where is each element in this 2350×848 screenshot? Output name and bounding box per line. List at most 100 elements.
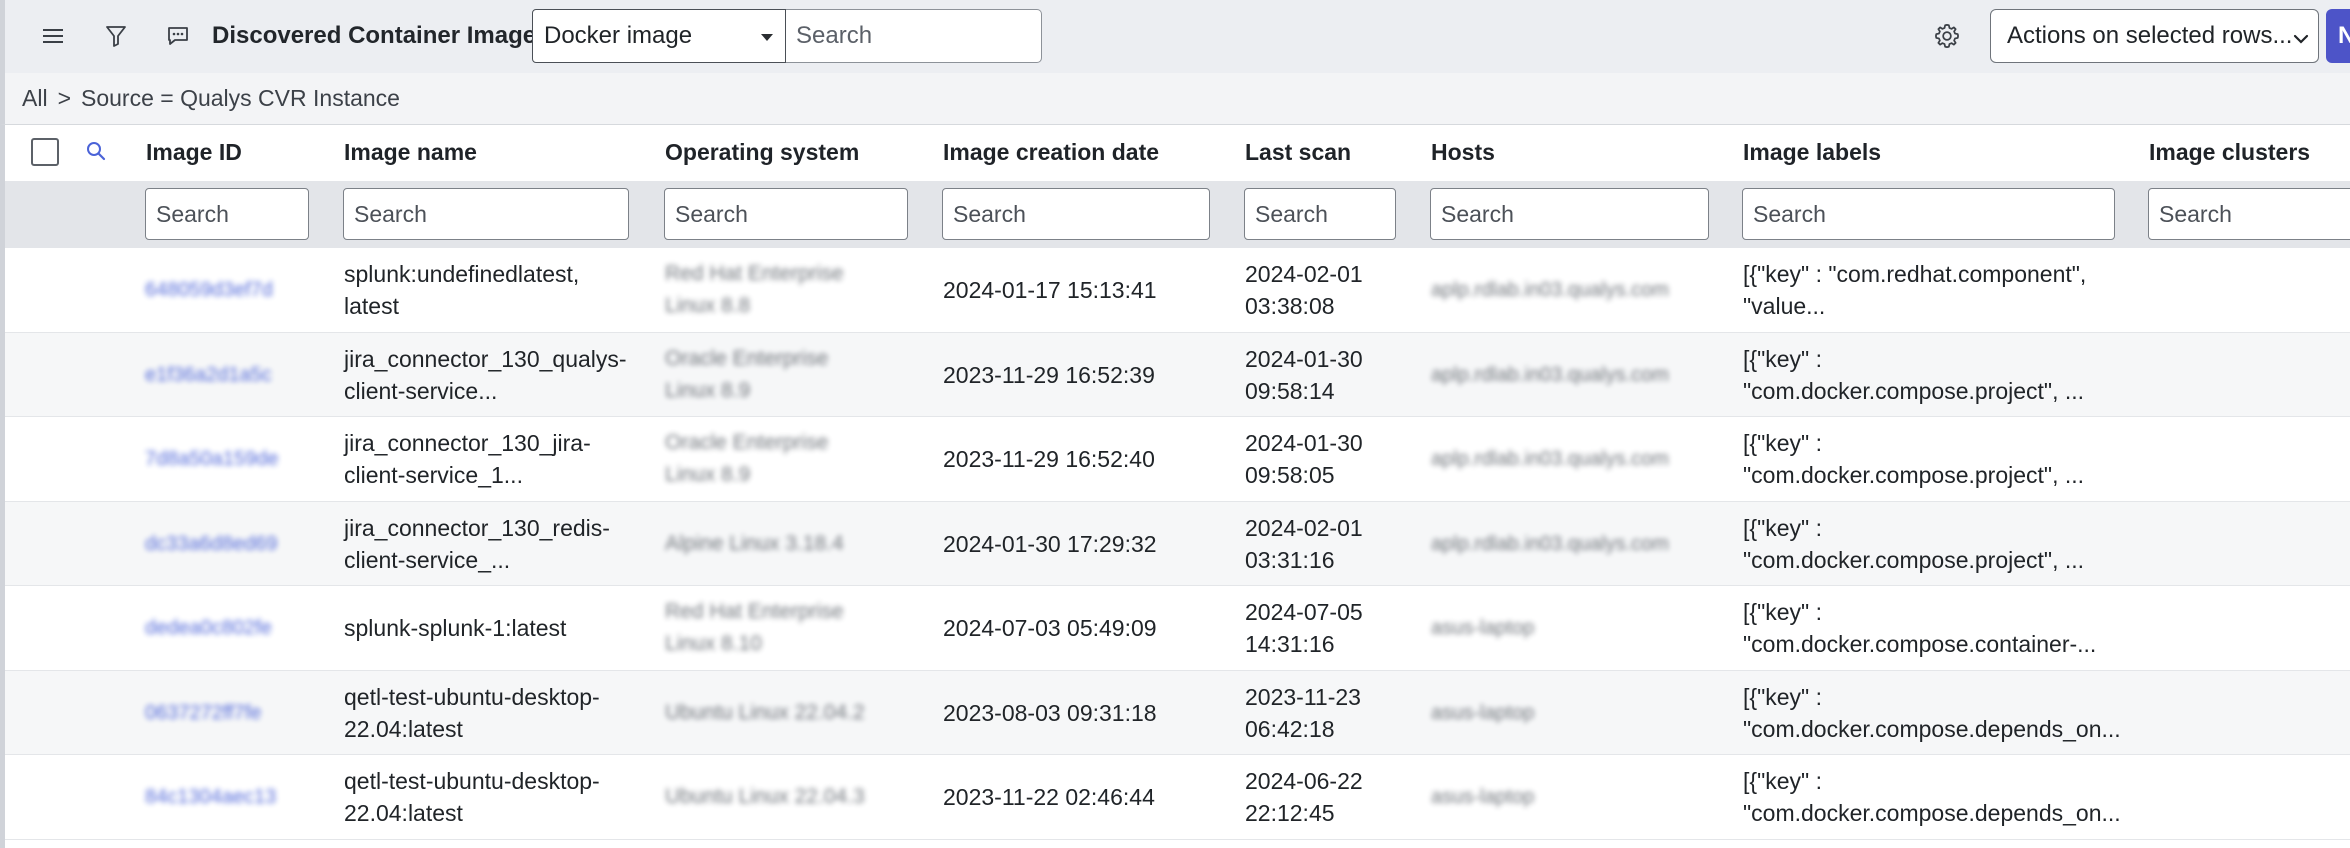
- caret-down-icon: [761, 34, 773, 41]
- last-scan-date: 2024-01-30: [1245, 345, 1363, 372]
- table-row[interactable]: dedea0c802fe splunk-splunk-1:latest Red …: [5, 586, 2350, 671]
- breadcrumb: All > Source = Qualys CVR Instance: [0, 73, 2350, 125]
- breadcrumb-filter[interactable]: Source = Qualys CVR Instance: [81, 85, 400, 112]
- image-name-line: 22.04:latest: [344, 715, 463, 742]
- image-id-link[interactable]: 648059d3ef7d: [145, 274, 273, 306]
- os-line: Red Hat Enterprise: [665, 262, 844, 285]
- select-all-checkbox[interactable]: [31, 138, 59, 166]
- image-name-cell: splunk-splunk-1:latest: [344, 615, 567, 641]
- image-name-cell: splunk:undefinedlatest, latest: [344, 258, 579, 322]
- table-row[interactable]: 7d8a50a159de jira_connector_130_jira-cli…: [5, 417, 2350, 502]
- operating-system-cell: Oracle Enterprise Linux 8.9: [665, 343, 828, 407]
- image-labels-cell: [{"key" : "com.docker.compose.depends_on.…: [1743, 681, 2121, 745]
- image-name-line: jira_connector_130_jira-: [344, 430, 591, 456]
- image-labels-line: "com.docker.compose.project", ...: [1743, 377, 2085, 404]
- column-header-last-scan[interactable]: Last scan: [1245, 139, 1351, 166]
- column-header-row: Image ID Image name Operating system Ima…: [0, 125, 2350, 181]
- hamburger-menu-icon[interactable]: [35, 18, 71, 54]
- column-header-image-id[interactable]: Image ID: [146, 139, 242, 166]
- last-scan-cell: 2024-07-05 14:31:16: [1245, 596, 1363, 660]
- image-creation-date-cell: 2024-01-30 17:29:32: [943, 530, 1157, 557]
- table-row[interactable]: 0637272ff7fe qetl-test-ubuntu-desktop- 22…: [5, 670, 2350, 755]
- last-scan-cell: 2024-01-30 09:58:14: [1245, 343, 1363, 407]
- image-id-link[interactable]: e1f36a2d1a5c: [145, 359, 272, 391]
- list-search-input[interactable]: [786, 9, 1042, 63]
- image-id-link[interactable]: 84c1304aec13: [145, 781, 276, 813]
- image-labels-line: [{"key" :: [1743, 768, 1822, 794]
- last-scan-cell: 2024-02-01 03:31:16: [1245, 512, 1363, 576]
- image-labels-line: "com.docker.compose.depends_on...: [1743, 715, 2121, 742]
- table-row[interactable]: dc33a6d8ed69 jira_connector_130_redis-cl…: [5, 501, 2350, 586]
- operating-system-cell: Red Hat Enterprise Linux 8.10: [665, 596, 844, 660]
- column-header-operating-system[interactable]: Operating system: [665, 139, 859, 166]
- hosts-cell: aplp.rdlab.in03.qualys.com: [1431, 532, 1669, 555]
- operating-system-cell: Alpine Linux 3.18.4: [665, 531, 844, 555]
- column-header-image-labels[interactable]: Image labels: [1743, 139, 1881, 166]
- search-input-image-labels[interactable]: [1742, 188, 2115, 240]
- search-input-image-clusters[interactable]: [2148, 188, 2350, 240]
- os-line: Oracle Enterprise: [665, 431, 829, 454]
- last-scan-date: 2024-07-05: [1245, 599, 1363, 625]
- column-header-image-name[interactable]: Image name: [344, 139, 477, 166]
- image-id-link[interactable]: 7d8a50a159de: [145, 443, 278, 475]
- image-name-cell: qetl-test-ubuntu-desktop- 22.04:latest: [344, 681, 600, 745]
- last-scan-cell: 2024-02-01 03:38:08: [1245, 258, 1363, 322]
- image-labels-cell: [{"key" : "com.docker.compose.project", .…: [1743, 343, 2084, 407]
- search-input-image-id[interactable]: [145, 188, 309, 240]
- image-name-line: client-service_1...: [344, 462, 523, 488]
- list-header-bar: Discovered Container Images Docker image…: [0, 0, 2350, 73]
- magnifier-search-icon[interactable]: [84, 139, 108, 168]
- image-labels-cell: [{"key" : "com.redhat.component", "value.…: [1743, 258, 2086, 322]
- operating-system-cell: Ubuntu Linux 22.04.3: [665, 785, 865, 808]
- search-input-last-scan[interactable]: [1244, 188, 1396, 240]
- last-scan-time: 09:58:05: [1245, 462, 1335, 488]
- hosts-cell: aplp.rdlab.in03.qualys.com: [1431, 279, 1669, 301]
- last-scan-date: 2024-01-30: [1245, 430, 1363, 456]
- gear-icon[interactable]: [1929, 18, 1965, 54]
- last-scan-date: 2024-02-01: [1245, 261, 1363, 287]
- image-name-line: client-service_...: [344, 546, 511, 573]
- search-field-select[interactable]: Docker image: [532, 9, 786, 63]
- search-field-selected-value: Docker image: [544, 22, 693, 49]
- operating-system-cell: Oracle Enterprise Linux 8.9: [665, 427, 828, 491]
- image-labels-cell: [{"key" : "com.docker.compose.container-.…: [1743, 596, 2096, 660]
- chat-bubble-icon[interactable]: [160, 18, 196, 54]
- table-row[interactable]: 84c1304aec13 qetl-test-ubuntu-desktop- 22…: [5, 755, 2350, 840]
- hosts-cell: asus-laptop: [1431, 701, 1535, 724]
- last-scan-time: 22:12:45: [1245, 800, 1335, 826]
- table-row[interactable]: 648059d3ef7d splunk:undefinedlatest, late…: [5, 248, 2350, 333]
- image-id-link[interactable]: dc33a6d8ed69: [145, 528, 277, 560]
- hosts-cell: aplp.rdlab.in03.qualys.com: [1431, 448, 1669, 470]
- search-input-image-name[interactable]: [343, 188, 629, 240]
- actions-on-selected-rows-select[interactable]: Actions on selected rows...: [1990, 9, 2319, 63]
- os-line: Linux 8.9: [665, 463, 751, 486]
- hosts-cell: asus-laptop: [1431, 786, 1535, 808]
- column-header-hosts[interactable]: Hosts: [1431, 139, 1495, 166]
- image-creation-date-cell: 2023-11-22 02:46:44: [943, 784, 1155, 810]
- image-creation-date-cell: 2024-01-17 15:13:41: [943, 277, 1157, 303]
- search-input-operating-system[interactable]: [664, 188, 908, 240]
- table-row[interactable]: e1f36a2d1a5c jira_connector_130_qualys-c…: [5, 332, 2350, 417]
- image-labels-line: [{"key" :: [1743, 514, 1822, 541]
- image-creation-date-cell: 2023-11-29 16:52:39: [943, 361, 1155, 388]
- image-name-line: jira_connector_130_redis-: [344, 514, 610, 541]
- funnel-filter-icon[interactable]: [98, 18, 134, 54]
- breadcrumb-all[interactable]: All: [22, 85, 48, 112]
- last-scan-cell: 2023-11-23 06:42:18: [1245, 681, 1361, 745]
- new-button[interactable]: N: [2326, 9, 2350, 63]
- image-name-line: latest: [344, 293, 399, 319]
- image-name-cell: jira_connector_130_qualys-client-service…: [344, 343, 627, 407]
- search-input-image-creation-date[interactable]: [942, 188, 1210, 240]
- search-input-hosts[interactable]: [1430, 188, 1709, 240]
- image-creation-date-cell: 2024-07-03 05:49:09: [943, 615, 1157, 641]
- chevron-down-icon: [2292, 27, 2310, 55]
- image-id-link[interactable]: dedea0c802fe: [145, 612, 272, 644]
- image-name-line: client-service...: [344, 377, 498, 404]
- column-header-image-clusters[interactable]: Image clusters: [2149, 139, 2310, 166]
- image-name-line: qetl-test-ubuntu-desktop-: [344, 768, 600, 794]
- operating-system-cell: Red Hat Enterprise Linux 8.8: [665, 258, 844, 322]
- last-scan-time: 03:38:08: [1245, 293, 1335, 319]
- image-labels-line: "com.docker.compose.project", ...: [1743, 546, 2085, 573]
- column-header-image-creation-date[interactable]: Image creation date: [943, 139, 1159, 166]
- image-id-link[interactable]: 0637272ff7fe: [145, 697, 261, 729]
